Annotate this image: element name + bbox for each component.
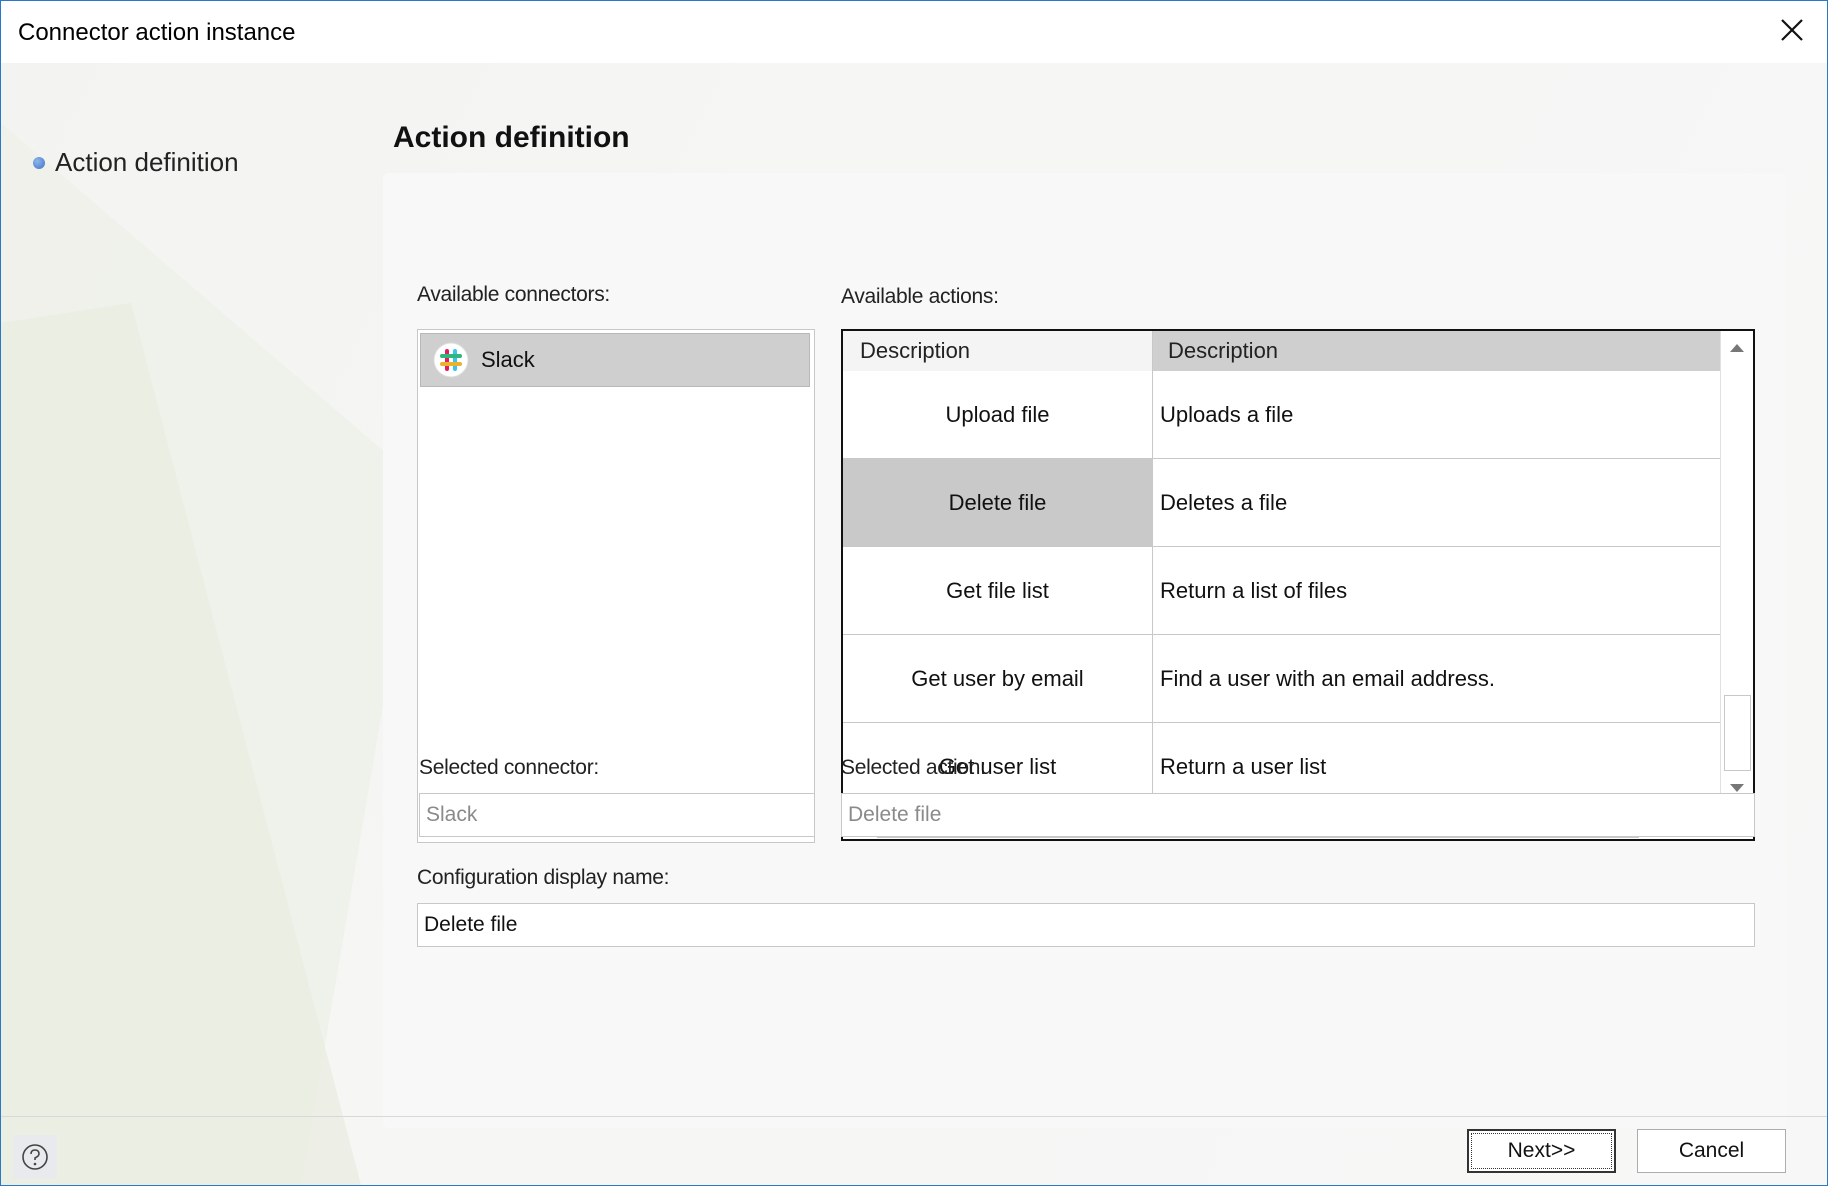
action-name-cell: Upload file: [843, 371, 1153, 458]
connector-item-slack[interactable]: Slack: [420, 333, 810, 387]
action-name-cell: Get user by email: [843, 635, 1153, 722]
nav-item-action-definition[interactable]: Action definition: [33, 147, 239, 178]
table-row[interactable]: Delete file Deletes a file: [843, 459, 1720, 547]
cancel-button[interactable]: Cancel: [1637, 1129, 1786, 1173]
slack-icon: [433, 342, 469, 378]
selected-connector-label: Selected connector:: [419, 756, 599, 779]
config-display-name-label: Configuration display name:: [417, 866, 670, 889]
grid-header: Description Description: [843, 331, 1720, 371]
content-panel: Available connectors: Available actions:…: [383, 173, 1786, 1128]
footer-divider: [1, 1116, 1827, 1117]
table-row[interactable]: Get file list Return a list of files: [843, 547, 1720, 635]
help-icon[interactable]: [13, 1135, 57, 1179]
scroll-up-icon[interactable]: [1723, 333, 1751, 363]
grid-rows: Upload file Uploads a file Delete file D…: [843, 371, 1720, 811]
action-description-cell: Return a list of files: [1160, 577, 1348, 603]
next-button[interactable]: Next>>: [1467, 1129, 1616, 1173]
action-name-cell: Get file list: [843, 547, 1153, 634]
vertical-scroll-thumb[interactable]: [1724, 695, 1751, 771]
action-description-cell: Find a user with an email address.: [1160, 665, 1496, 691]
table-row[interactable]: Get user by email Find a user with an em…: [843, 635, 1720, 723]
available-actions-label: Available actions:: [841, 285, 999, 308]
nav-bullet-icon: [33, 156, 45, 169]
available-connectors-label: Available connectors:: [417, 283, 610, 306]
column-header-description[interactable]: Description: [1153, 331, 1720, 371]
config-display-name-field[interactable]: [417, 903, 1755, 947]
nav-item-label: Action definition: [55, 147, 239, 177]
action-name-cell: Delete file: [843, 459, 1153, 546]
table-row[interactable]: Upload file Uploads a file: [843, 371, 1720, 459]
title-bar: Connector action instance: [1, 1, 1827, 63]
window-title: Connector action instance: [18, 19, 296, 46]
selected-action-field[interactable]: [841, 793, 1755, 837]
action-description-cell: Uploads a file: [1160, 401, 1294, 427]
connector-label: Slack: [481, 347, 535, 372]
dialog-window: Connector action instance Action definit…: [0, 0, 1828, 1186]
close-icon[interactable]: [1777, 13, 1807, 47]
dialog-body: Action definition Action definition Avai…: [1, 63, 1827, 1185]
page-title: Action definition: [393, 121, 630, 154]
action-description-cell: Deletes a file: [1160, 489, 1288, 515]
selected-action-label: Selected action:: [841, 756, 986, 779]
selected-connector-field[interactable]: [419, 793, 815, 837]
vertical-scrollbar[interactable]: [1720, 331, 1753, 807]
column-header-name[interactable]: Description: [843, 331, 1153, 371]
